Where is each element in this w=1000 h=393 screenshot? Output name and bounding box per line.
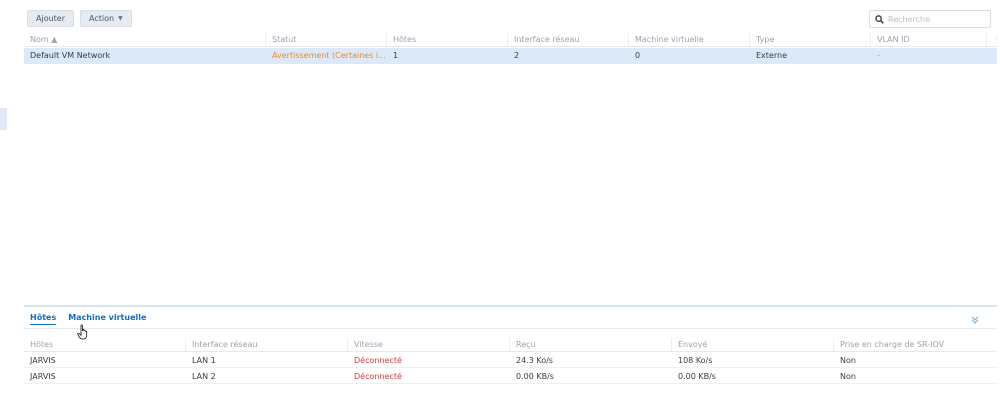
cell-statut: Avertissement (Certaines i... — [272, 51, 386, 60]
left-sidebar-strip — [0, 0, 16, 393]
tab-hotes[interactable]: Hôtes — [30, 313, 57, 325]
action-button-label: Action — [89, 14, 115, 23]
column-header-sriov[interactable]: Prise en charge de SR-IOV — [834, 338, 984, 351]
cell-recv: 24.3 Ko/s — [516, 356, 553, 365]
add-button[interactable]: Ajouter — [27, 10, 75, 27]
column-header-vlan[interactable]: VLAN ID — [871, 33, 987, 46]
column-header-vitesse[interactable]: Vitesse — [348, 338, 510, 351]
column-header-hotes[interactable]: Hôtes — [24, 338, 186, 351]
cell-iface: LAN 2 — [192, 372, 216, 381]
column-header-statut[interactable]: Statut — [266, 33, 387, 46]
cell-host: JARVIS — [30, 356, 56, 365]
column-header-vm[interactable]: Machine virtuelle — [629, 33, 750, 46]
tabs-divider — [24, 328, 997, 329]
cell-speed: Déconnecté — [354, 372, 402, 381]
cell-sent: 108 Ko/s — [678, 356, 713, 365]
cell-type: Externe — [756, 51, 787, 60]
sidebar-active-marker — [0, 108, 7, 130]
cell-sriov: Non — [840, 372, 856, 381]
main-panel: Ajouter Action ▼ Recherche Nom ▲ Statut … — [24, 0, 1000, 393]
add-button-label: Ajouter — [36, 14, 66, 23]
search-icon — [875, 14, 884, 24]
cell-speed: Déconnecté — [354, 356, 402, 365]
cell-iface: LAN 1 — [192, 356, 216, 365]
column-header-hotes[interactable]: Hôtes — [387, 33, 508, 46]
cell-host: JARVIS — [30, 372, 56, 381]
network-table-header: Nom ▲ Statut Hôtes Interface réseau Mach… — [24, 33, 997, 47]
table-row[interactable]: JARVIS LAN 1 Déconnecté 24.3 Ko/s 108 Ko… — [24, 353, 997, 368]
cell-nom: Default VM Network — [30, 51, 111, 60]
hosts-table-header: Hôtes Interface réseau Vitesse Reçu Envo… — [24, 338, 997, 352]
cell-sriov: Non — [840, 356, 856, 365]
cell-vm: 0 — [635, 51, 641, 60]
column-header-interface[interactable]: Interface réseau — [508, 33, 629, 46]
cell-interface: 2 — [514, 51, 520, 60]
cell-sent: 0.00 KB/s — [678, 372, 716, 381]
column-header-interface[interactable]: Interface réseau — [186, 338, 348, 351]
column-header-nom[interactable]: Nom ▲ — [24, 33, 266, 46]
search-input[interactable]: Recherche — [888, 15, 930, 24]
cell-recv: 0.00 KB/s — [516, 372, 554, 381]
details-panel: Hôtes Machine virtuelle Hôtes Interface … — [24, 305, 997, 393]
search-field[interactable]: Recherche — [869, 10, 991, 28]
caret-down-icon: ▼ — [118, 15, 123, 22]
column-header-type[interactable]: Type — [750, 33, 871, 46]
column-header-envoye[interactable]: Envoyé — [672, 338, 834, 351]
double-chevron-down-icon[interactable] — [970, 315, 980, 325]
action-button[interactable]: Action ▼ — [80, 10, 132, 27]
table-row[interactable]: Default VM Network Avertissement (Certai… — [24, 48, 997, 64]
cell-vlan: - — [877, 51, 880, 60]
toolbar: Ajouter Action ▼ — [27, 10, 132, 28]
table-row[interactable]: JARVIS LAN 2 Déconnecté 0.00 KB/s 0.00 K… — [24, 369, 997, 384]
column-options-icon[interactable]: ⋮ — [987, 33, 997, 46]
cell-hotes: 1 — [393, 51, 399, 60]
column-header-recu[interactable]: Reçu — [510, 338, 672, 351]
